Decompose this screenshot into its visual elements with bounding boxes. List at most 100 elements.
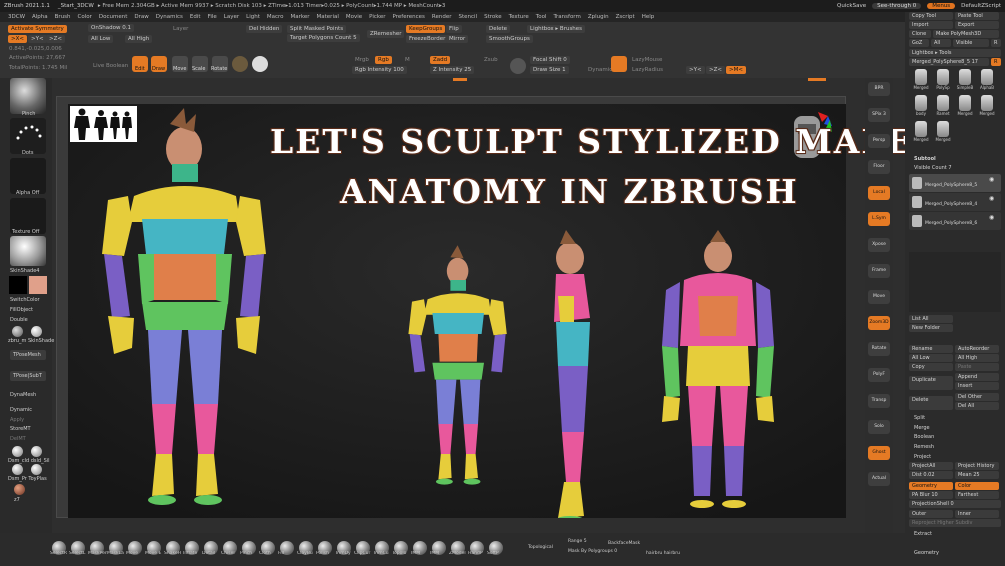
split-masked-points-button[interactable]: Split Masked Points bbox=[287, 25, 347, 33]
subtool-header[interactable]: Subtool bbox=[911, 155, 939, 163]
delete-subtool-button[interactable]: Delete bbox=[909, 396, 953, 410]
shelf-button[interactable]: Ghost bbox=[868, 446, 890, 460]
backfacemask-button[interactable]: BackfaceMask bbox=[608, 541, 640, 546]
flip-button[interactable]: Flip bbox=[446, 25, 462, 33]
material-slot-icon[interactable] bbox=[31, 464, 42, 475]
del-hidden-button[interactable]: Del Hidden bbox=[246, 25, 283, 33]
visible-count-slider[interactable]: Visible Count 7 bbox=[911, 164, 955, 172]
lightbox-tools-button[interactable]: Lightbox ▸ Tools bbox=[909, 49, 1001, 57]
menu-item[interactable]: Edit bbox=[190, 14, 201, 20]
copy-subtool-button[interactable]: Copy bbox=[909, 363, 953, 371]
menu-item[interactable]: Picker bbox=[369, 14, 385, 20]
storemt-button[interactable]: StoreMT bbox=[10, 426, 31, 432]
outer-button[interactable]: Outer bbox=[909, 510, 953, 518]
new-folder-button[interactable]: New Folder bbox=[909, 324, 953, 332]
clone-button[interactable]: Clone bbox=[909, 30, 931, 38]
farthest-button[interactable]: Farthest bbox=[955, 491, 999, 499]
shelf-button[interactable]: Xpose bbox=[868, 238, 890, 252]
menu-item[interactable]: Tool bbox=[536, 14, 547, 20]
menu-item[interactable]: Light bbox=[246, 14, 260, 20]
tool-thumbnail[interactable]: Merged bbox=[977, 95, 997, 119]
brush-thumbnail-icon[interactable] bbox=[10, 78, 46, 114]
delmt-button[interactable]: DelMT bbox=[10, 436, 26, 442]
shelf-button[interactable]: Transp bbox=[868, 394, 890, 408]
tool-thumbnail[interactable]: PolySp bbox=[933, 69, 953, 93]
geometry-section[interactable]: Geometry bbox=[911, 549, 942, 557]
reproject-button[interactable]: Reproject Higher Subdiv bbox=[909, 519, 1001, 527]
project-section[interactable]: Project bbox=[911, 453, 934, 461]
projection-shell-slider[interactable]: ProjectionShell 0 bbox=[909, 500, 1001, 508]
activate-symmetry-button[interactable]: Activate Symmetry bbox=[8, 25, 67, 33]
tool-thumbnail[interactable]: Merged bbox=[955, 95, 975, 119]
secondary-color-swatch[interactable] bbox=[9, 276, 27, 294]
shelf-button[interactable]: Actual bbox=[868, 472, 890, 486]
draw-size-slider[interactable]: Draw Size 1 bbox=[530, 66, 569, 74]
paste-tool-button[interactable]: Paste Tool bbox=[955, 12, 999, 20]
main-color-swatch[interactable] bbox=[29, 276, 47, 294]
tool-thumbnail[interactable]: Ramet bbox=[933, 95, 953, 119]
alpha-thumbnail-icon[interactable] bbox=[10, 158, 46, 194]
sculptris-mode-icon[interactable] bbox=[510, 58, 526, 74]
del-all-button[interactable]: Del All bbox=[955, 402, 999, 410]
rgb-intensity-slider[interactable]: Rgb Intensity 100 bbox=[352, 66, 407, 74]
stroke-thumbnail-icon[interactable] bbox=[10, 118, 46, 154]
dynamic-button[interactable]: Dynamic bbox=[10, 407, 32, 413]
menu-item[interactable]: Color bbox=[78, 14, 92, 20]
menu-item[interactable]: 3DCW bbox=[8, 14, 25, 20]
topological-button[interactable]: Topological bbox=[528, 545, 553, 550]
mean-slider[interactable]: Mean 25 bbox=[955, 471, 999, 479]
material-slot-icon[interactable] bbox=[12, 326, 23, 337]
tpose-subt-button[interactable]: TPose|SubT bbox=[10, 371, 46, 381]
eye-icon[interactable]: ◉ bbox=[989, 195, 994, 202]
keepgroups-button[interactable]: KeepGroups bbox=[406, 25, 446, 33]
project-history-button[interactable]: Project History bbox=[955, 462, 999, 470]
make-polymesh-button[interactable]: Make PolyMesh3D bbox=[933, 30, 999, 38]
symmetry-z-button[interactable]: >Z< bbox=[46, 35, 65, 43]
all-high-button[interactable]: All High bbox=[125, 35, 153, 43]
material-slot-icon[interactable] bbox=[31, 446, 42, 457]
zsub-button[interactable]: Zsub bbox=[481, 56, 501, 64]
subtool-row[interactable]: Merged_PolySphere8_6 ◉ bbox=[909, 212, 1001, 230]
inner-button[interactable]: Inner bbox=[955, 510, 999, 518]
projectall-button[interactable]: ProjectAll bbox=[909, 462, 953, 470]
freezeborder-button[interactable]: FreezeBorder bbox=[406, 35, 449, 43]
autoreorder-button[interactable]: AutoReorder bbox=[955, 345, 999, 353]
material-sphere-icon[interactable] bbox=[232, 56, 248, 72]
list-all-button[interactable]: List All bbox=[909, 315, 953, 323]
remesh-section[interactable]: Remesh bbox=[911, 443, 937, 451]
menu-item[interactable]: Document bbox=[99, 14, 128, 20]
material-slot-icon[interactable] bbox=[12, 464, 23, 475]
live-boolean-button[interactable]: Live Boolean bbox=[90, 62, 131, 70]
rgb-button[interactable]: Rgb bbox=[375, 56, 392, 64]
tool-thumbnail[interactable]: AlphaB bbox=[977, 69, 997, 93]
z-intensity-slider[interactable]: Z Intensity 25 bbox=[430, 66, 475, 74]
lazymouse-button[interactable]: LazyMouse bbox=[629, 56, 665, 64]
shelf-button[interactable]: Persp bbox=[868, 134, 890, 148]
zremesher-button[interactable]: ZRemesher bbox=[367, 30, 405, 38]
shelf-button[interactable]: Solo bbox=[868, 420, 890, 434]
tool-thumbnail[interactable]: Merged bbox=[933, 121, 953, 145]
goz-all-button[interactable]: All bbox=[931, 39, 951, 47]
axis-z-button[interactable]: >Z< bbox=[706, 66, 725, 74]
switchcolor-button[interactable]: SwitchColor bbox=[10, 297, 40, 303]
menu-item[interactable]: Texture bbox=[509, 14, 529, 20]
mirror-button[interactable]: Mirror bbox=[446, 35, 469, 43]
duplicate-button[interactable]: Duplicate bbox=[909, 376, 953, 390]
copy-tool-button[interactable]: Copy Tool bbox=[909, 12, 953, 20]
texture-sphere-icon[interactable] bbox=[252, 56, 268, 72]
shelf-button[interactable]: Zoom3D bbox=[868, 316, 890, 330]
tool-thumbnail[interactable]: Merged bbox=[911, 121, 931, 145]
menu-item[interactable]: Stencil bbox=[459, 14, 478, 20]
lazymouse-icon[interactable] bbox=[611, 56, 627, 72]
menu-item[interactable]: Layer bbox=[224, 14, 239, 20]
paste-subtool-button[interactable]: Paste bbox=[955, 363, 999, 371]
target-polygons-slider[interactable]: Target Polygons Count 5 bbox=[287, 34, 360, 42]
m-button[interactable]: M bbox=[402, 56, 413, 64]
import-button[interactable]: Import bbox=[909, 21, 953, 29]
tposemesh-button[interactable]: TPoseMesh bbox=[10, 350, 46, 360]
on-shadow-slider[interactable]: OnShadow 0.1 bbox=[88, 24, 135, 32]
tool-thumbnail[interactable]: body bbox=[911, 95, 931, 119]
tool-thumbnail[interactable]: SimpleB bbox=[955, 69, 975, 93]
insert-button[interactable]: Insert bbox=[955, 382, 999, 390]
subtool-row[interactable]: Merged_PolySphere8_5 ◉ bbox=[909, 174, 1001, 192]
